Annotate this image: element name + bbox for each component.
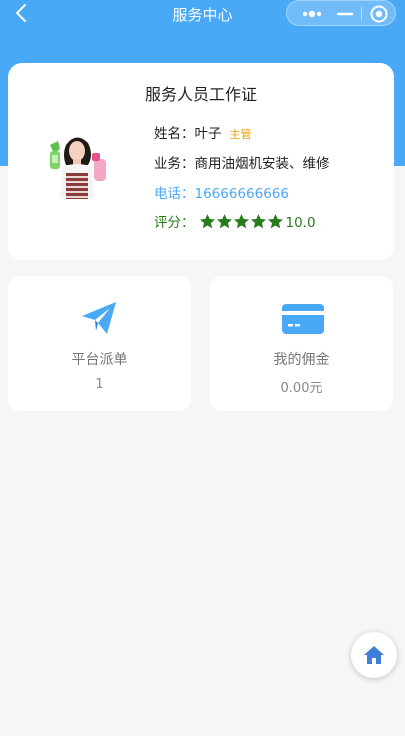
star-icon bbox=[199, 214, 215, 229]
commission-amount: 0.00元 bbox=[280, 381, 323, 396]
star-icon bbox=[216, 214, 232, 229]
dispatch-count: 1 bbox=[95, 377, 104, 392]
name-label: 姓名： bbox=[154, 126, 195, 142]
home-button[interactable] bbox=[351, 632, 397, 678]
nav-bar: 服务中心 bbox=[0, 0, 405, 26]
phone-row[interactable]: 电话：16666666666 bbox=[154, 182, 289, 202]
score-label: 评分： bbox=[154, 215, 195, 231]
more-button[interactable] bbox=[295, 4, 329, 24]
name-row: 姓名：叶子 主管 bbox=[154, 122, 252, 142]
business-row: 业务：商用油烟机安装、维修 bbox=[154, 152, 330, 172]
credit-card-icon bbox=[281, 298, 324, 338]
phone-number[interactable]: 16666666666 bbox=[195, 186, 289, 202]
card-title: 服务人员工作证 bbox=[144, 85, 257, 104]
staff-name: 叶子 bbox=[194, 126, 222, 142]
minus-icon bbox=[336, 12, 354, 16]
close-button[interactable] bbox=[369, 4, 389, 24]
paper-plane-icon bbox=[79, 298, 119, 338]
more-dots-icon bbox=[302, 10, 322, 18]
role-badge: 主管 bbox=[229, 128, 252, 141]
star-icon bbox=[250, 214, 266, 229]
home-icon bbox=[364, 646, 384, 664]
target-circle-icon bbox=[370, 5, 388, 23]
business-value: 商用油烟机安装、维修 bbox=[194, 156, 330, 172]
staff-avatar bbox=[36, 129, 116, 209]
star-icon bbox=[233, 214, 249, 229]
phone-label: 电话： bbox=[154, 186, 195, 202]
score-value: 10.0 bbox=[285, 215, 316, 231]
my-commission-card[interactable]: 我的佣金 0.00元 bbox=[210, 276, 393, 411]
mini-program-capsule bbox=[286, 0, 396, 26]
business-label: 业务： bbox=[154, 156, 195, 172]
star-rating bbox=[199, 213, 284, 234]
dispatch-label: 平台派单 bbox=[71, 352, 128, 368]
minimize-button[interactable] bbox=[335, 4, 355, 24]
platform-dispatch-card[interactable]: 平台派单 1 bbox=[8, 276, 191, 411]
work-permit-card: 服务人员工作证 姓名：叶子 主管 业务：商用油烟机安装、维修 电话：166666… bbox=[8, 63, 394, 260]
score-row: 评分： 10.0 bbox=[154, 211, 316, 234]
star-icon bbox=[267, 214, 283, 229]
capsule-divider bbox=[361, 7, 362, 21]
commission-label: 我的佣金 bbox=[273, 352, 330, 368]
